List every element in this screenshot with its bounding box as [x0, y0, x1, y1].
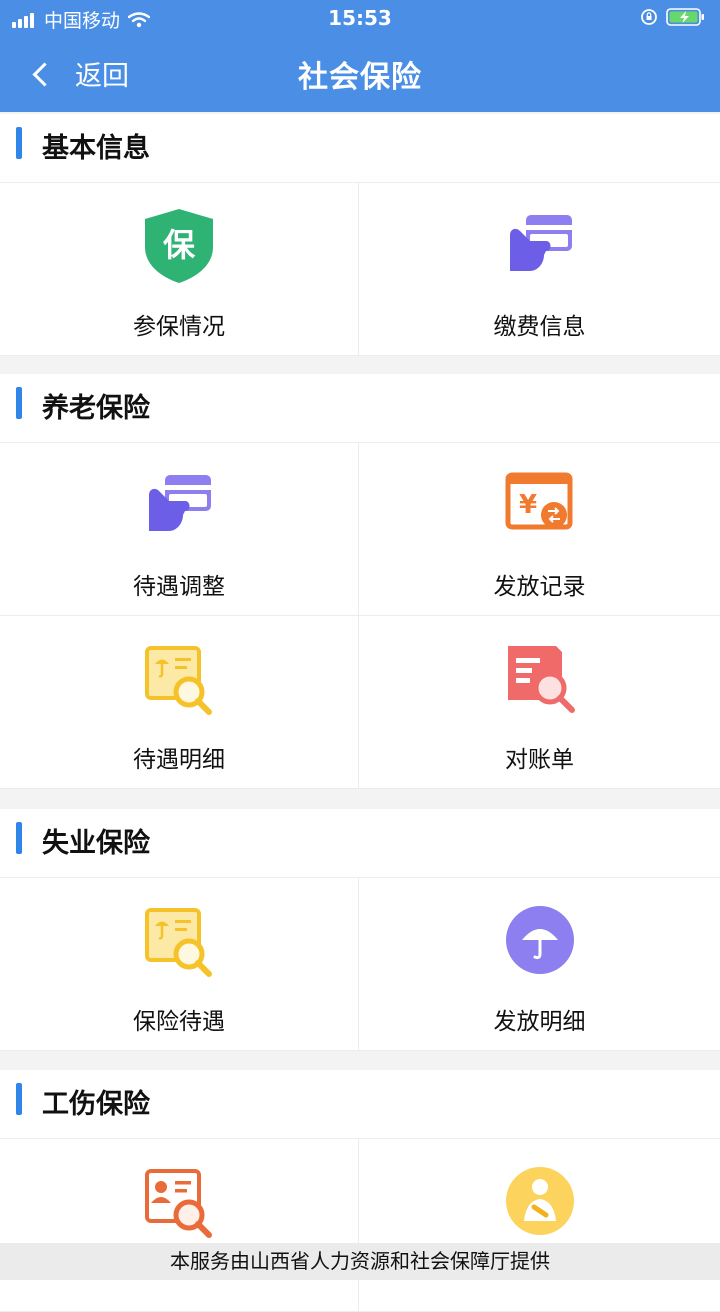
doc-search-icon — [507, 646, 575, 713]
tile-injury-right[interactable] — [359, 1139, 720, 1312]
card-hand-icon — [509, 215, 572, 271]
nav-row: 返回 社会保险 — [0, 40, 720, 110]
tile-injury-left[interactable] — [0, 1139, 359, 1312]
page-title: 社会保险 — [298, 60, 422, 95]
section-header: 基本信息 — [0, 114, 720, 183]
tile-insured-status[interactable]: 保 参保情况 — [0, 183, 359, 356]
tile-label: 发放记录 — [493, 574, 586, 600]
section-title: 基本信息 — [42, 133, 150, 164]
tile-label: 参保情况 — [133, 314, 225, 340]
tile-label: 发放明细 — [493, 1009, 586, 1035]
top-bar: 中国移动 15:53 返回 社会保险 — [0, 0, 720, 112]
orientation-lock-icon — [641, 9, 657, 25]
tile-benefit-details[interactable]: 待遇明细 — [0, 616, 359, 789]
svg-text:保: 保 — [163, 226, 196, 264]
tile-insurance-benefits[interactable]: 保险待遇 — [0, 878, 359, 1051]
svg-text:¥: ¥ — [518, 490, 536, 520]
tile-statement[interactable]: 对账单 — [359, 616, 720, 789]
section-header: 工伤保险 — [0, 1070, 720, 1139]
section-accent-bar — [16, 387, 22, 419]
tile-payment-details[interactable]: 发放明细 — [359, 878, 720, 1051]
section-pension: 养老保险 待遇调整 ¥ 发放记录 待遇明细 对账单 — [0, 374, 720, 789]
section-accent-bar — [16, 1083, 22, 1115]
section-accent-bar — [16, 822, 22, 854]
section-title: 工伤保险 — [42, 1089, 150, 1120]
status-bar: 中国移动 15:53 — [0, 0, 720, 38]
id-card-search-icon — [145, 1169, 212, 1238]
section-header: 失业保险 — [0, 809, 720, 878]
tile-label: 对账单 — [505, 747, 574, 773]
umbrella-doc-search-icon — [145, 646, 212, 715]
status-right-group — [640, 7, 706, 27]
tile-payment-info[interactable]: 缴费信息 — [359, 183, 720, 356]
tile-benefit-adjustment[interactable]: 待遇调整 — [0, 443, 359, 616]
battery-icon — [666, 8, 704, 26]
shield-bao-icon: 保 — [145, 209, 213, 283]
section-title: 养老保险 — [42, 393, 150, 424]
section-unemployment: 失业保险 保险待遇 发放明细 — [0, 809, 720, 1051]
section-title: 失业保险 — [42, 828, 150, 859]
yuan-transfer-icon: ¥ — [505, 472, 572, 530]
tile-label: 待遇调整 — [133, 574, 225, 600]
section-accent-bar — [16, 127, 22, 159]
footer-provider-note: 本服务由山西省人力资源和社会保障厅提供 — [0, 1243, 720, 1280]
tile-label: 待遇明细 — [133, 747, 225, 773]
injured-person-icon — [505, 1167, 574, 1235]
status-time: 15:53 — [328, 6, 392, 30]
section-basic-info: 基本信息 保 参保情况 缴费信息 — [0, 114, 720, 356]
tile-label: 缴费信息 — [493, 314, 586, 340]
card-hand-icon — [149, 475, 211, 531]
umbrella-circle-icon — [505, 906, 574, 974]
tile-label: 保险待遇 — [133, 1009, 225, 1035]
section-header: 养老保险 — [0, 374, 720, 443]
tile-payment-records[interactable]: ¥ 发放记录 — [359, 443, 720, 616]
umbrella-doc-search-icon — [145, 908, 212, 977]
